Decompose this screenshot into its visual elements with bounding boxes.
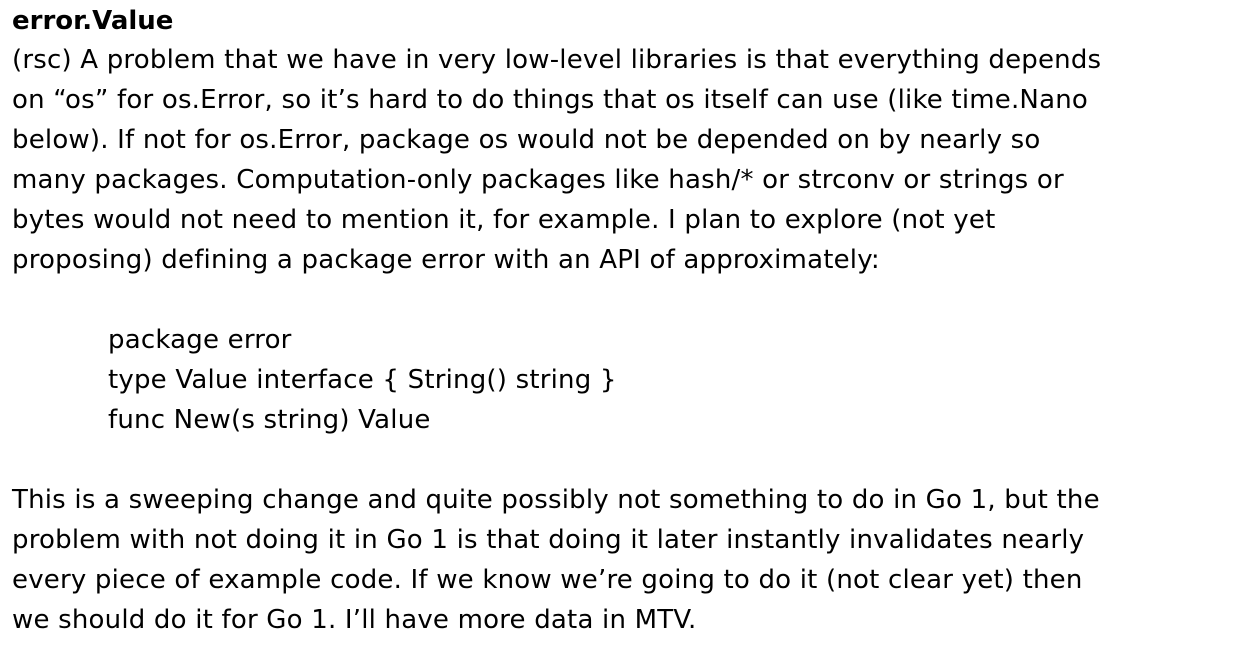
code-line: package error [108, 325, 292, 355]
conclusion-paragraph: This is a sweeping change and quite poss… [12, 480, 1248, 640]
paragraph-line: problem with not doing it in Go 1 is tha… [12, 525, 1085, 555]
paragraph-line: many packages. Computation-only packages… [12, 165, 1064, 195]
paragraph-line: every piece of example code. If we know … [12, 565, 1083, 595]
paragraph-line: bytes would not need to mention it, for … [12, 205, 996, 235]
paragraph-line: This is a sweeping change and quite poss… [12, 485, 1100, 515]
intro-paragraph: (rsc) A problem that we have in very low… [12, 40, 1248, 280]
code-line: type Value interface { String() string } [108, 365, 617, 395]
paragraph-line: on “os” for os.Error, so it’s hard to do… [12, 85, 1089, 115]
code-block: package error type Value interface { Str… [108, 320, 1248, 440]
paragraph-line: below). If not for os.Error, package os … [12, 125, 1041, 155]
document: error.Value (rsc) A problem that we have… [12, 2, 1248, 640]
section-heading: error.Value [12, 6, 174, 36]
code-line: func New(s string) Value [108, 405, 431, 435]
paragraph-line: we should do it for Go 1. I’ll have more… [12, 605, 697, 635]
paragraph-line: proposing) defining a package error with… [12, 245, 880, 275]
paragraph-line: (rsc) A problem that we have in very low… [12, 45, 1102, 75]
